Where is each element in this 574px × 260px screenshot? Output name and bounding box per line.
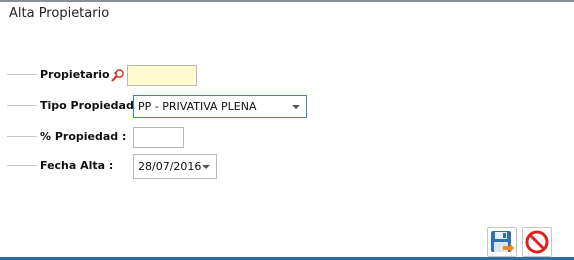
fecha-alta-value: 28/07/2016 <box>138 160 202 173</box>
row-leader-line <box>7 136 37 137</box>
row-leader-line <box>7 165 37 166</box>
row-leader-line <box>7 74 37 75</box>
row-tipo-propiedad: Tipo Propiedad : PP - PRIVATIVA PLENA <box>0 94 574 118</box>
tipo-propiedad-label: Tipo Propiedad : <box>40 99 143 112</box>
cancel-icon <box>525 230 549 254</box>
tipo-propiedad-select[interactable]: PP - PRIVATIVA PLENA <box>133 95 307 118</box>
porcentaje-input[interactable] <box>133 127 184 148</box>
fecha-alta-label: Fecha Alta : <box>40 159 114 172</box>
propietario-input[interactable] <box>127 65 197 86</box>
save-icon <box>491 231 514 253</box>
row-fecha-alta: Fecha Alta : 28/07/2016 <box>0 154 574 179</box>
row-porcentaje: % Propiedad : <box>0 125 574 149</box>
row-propietario: Propietario : <box>0 63 574 87</box>
porcentaje-label: % Propiedad : <box>40 130 127 143</box>
dialog-title: Alta Propietario <box>9 6 110 21</box>
row-leader-line <box>7 105 37 106</box>
propietario-label: Propietario : <box>40 68 118 81</box>
chevron-down-icon <box>202 164 210 169</box>
chevron-down-icon <box>292 104 300 109</box>
tipo-propiedad-value: PP - PRIVATIVA PLENA <box>138 100 257 113</box>
top-border <box>0 0 574 2</box>
cancel-button[interactable] <box>522 227 552 257</box>
save-button[interactable] <box>487 227 517 257</box>
fecha-alta-picker[interactable]: 28/07/2016 <box>133 154 217 179</box>
search-icon[interactable] <box>111 68 125 82</box>
